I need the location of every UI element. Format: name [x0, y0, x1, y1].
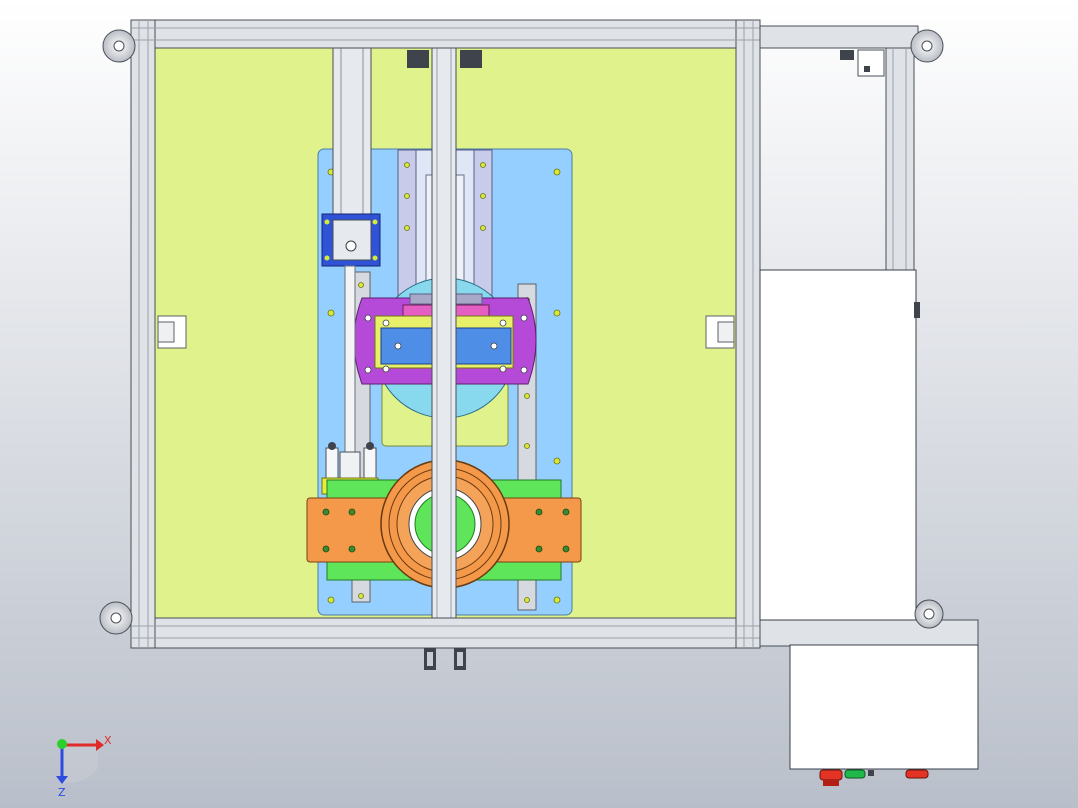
electrical-cabinet[interactable] [759, 269, 917, 621]
top-stop-block-left [407, 50, 429, 68]
cabinet-latch [914, 302, 920, 318]
triad-z-label: Z [58, 786, 66, 799]
right-side-bracket[interactable] [705, 315, 735, 349]
left-side-bracket[interactable] [157, 315, 187, 349]
control-box[interactable] [789, 644, 979, 770]
cad-graphics-viewport[interactable]: X Z [0, 0, 1078, 808]
assembly-view[interactable]: X Z [0, 0, 1078, 808]
top-stop-block-right [460, 50, 482, 68]
triad-x-label: X [104, 734, 112, 747]
center-vertical-profile[interactable] [431, 45, 457, 619]
